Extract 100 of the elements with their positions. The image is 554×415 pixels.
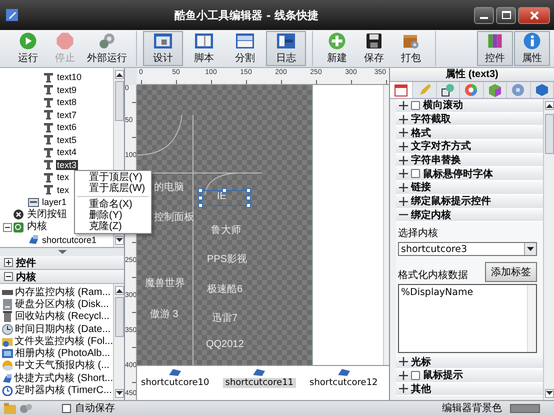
section-header[interactable]: 字符截取 (396, 112, 543, 126)
list-item[interactable]: 相册内核 (PhotoAlb... (15, 348, 110, 360)
shortcut-icon (28, 234, 39, 245)
section-header[interactable]: 绑定内核 (396, 208, 543, 222)
toolbar-button[interactable]: 打包 (393, 31, 429, 66)
section-header[interactable]: 横向滚动 (396, 99, 543, 113)
tree-item[interactable]: text8 (56, 97, 78, 107)
tree-item[interactable]: text9 (56, 84, 78, 94)
text-type-icon (43, 72, 54, 82)
checkbox[interactable] (411, 370, 420, 380)
dropdown-arrow-icon (527, 247, 534, 252)
list-item[interactable]: 文件夹监控内核 (Fol... (14, 336, 113, 347)
add-tag-button[interactable]: 添加标签 (485, 262, 537, 282)
canvas-text[interactable]: 鲁大师 (211, 223, 241, 237)
property-tab[interactable] (436, 82, 460, 98)
text-type-icon (43, 122, 54, 132)
shapes-icon (441, 83, 456, 97)
toolbar-button[interactable]: 保存 (356, 31, 392, 66)
shortcut-label[interactable]: shortcutcore12 (308, 378, 380, 388)
section-header[interactable]: 光标 (396, 355, 543, 369)
color-wheel-icon (464, 83, 478, 97)
section-header[interactable]: 内核 (0, 270, 124, 284)
section-header[interactable]: 格式 (396, 126, 543, 140)
scrollbar-thumb[interactable] (114, 81, 124, 121)
canvas-text[interactable]: 魔兽世界 (145, 276, 185, 290)
color-swatch[interactable] (510, 404, 540, 412)
format-text-area[interactable]: %DisplayName (398, 284, 537, 354)
collapse-toggle[interactable] (3, 222, 12, 232)
tree-item[interactable]: tex (56, 184, 70, 194)
tree-item[interactable]: text7 (56, 110, 78, 120)
tree-item[interactable]: tex (56, 172, 70, 182)
section-header[interactable]: 其他 (396, 382, 543, 396)
selection-box[interactable] (198, 188, 251, 208)
section-header[interactable]: 鼠标悬停时字体 (396, 167, 543, 182)
toolbar-button[interactable]: 运行 (10, 31, 46, 66)
tree-item[interactable]: text4 (56, 147, 78, 157)
toolbar-button[interactable]: 外部运行 (84, 31, 130, 66)
menu-item[interactable]: 删除(Y) (75, 210, 151, 221)
section-header[interactable]: 链接 (396, 181, 543, 195)
menu-item[interactable]: 置于底层(W) (75, 183, 151, 194)
checkbox[interactable] (411, 169, 420, 178)
toolbar-button[interactable]: 新建 (319, 31, 355, 66)
cube-icon (488, 83, 502, 97)
photo-icon (2, 348, 13, 360)
section-header[interactable]: 控件 (0, 256, 124, 270)
tree-item[interactable]: 关闭按钮 (26, 210, 68, 220)
text-type-icon (43, 84, 54, 95)
field-label: 选择内核 (398, 226, 439, 240)
shortcut-label[interactable]: shortcutcore11 (223, 378, 296, 388)
section-header[interactable]: 鼠标提示 (396, 368, 543, 383)
tree-item[interactable]: text5 (56, 134, 78, 144)
menu-item[interactable]: 置于顶层(Y) (75, 172, 151, 183)
gears-icon[interactable] (20, 402, 32, 414)
menu-item[interactable]: 重命名(X) (75, 199, 151, 210)
section-header[interactable]: 绑定鼠标提示控件 (396, 194, 543, 208)
list-item[interactable]: 内存监控内核 (Ram... (15, 286, 111, 298)
section-header[interactable]: 字符串替换 (396, 154, 543, 168)
checkbox[interactable] (62, 404, 71, 412)
toolbar-button[interactable]: 属性 (514, 31, 550, 66)
canvas-text[interactable]: 控制面板 (154, 210, 194, 224)
checkbox[interactable] (411, 100, 420, 110)
shortcut-icon (336, 368, 351, 376)
maximize-button[interactable] (496, 6, 516, 24)
list-item[interactable]: 中文天气预报内核 (... (15, 360, 110, 372)
tree-item[interactable]: 内核 (26, 222, 48, 232)
kernel-dropdown[interactable]: shortcutcore3 (398, 242, 537, 256)
property-tab[interactable] (390, 82, 414, 98)
section-header[interactable]: 文字对齐方式 (396, 140, 543, 154)
toolbar-button[interactable]: 脚本 (184, 31, 224, 66)
tree-item[interactable]: shortcutcore1 (41, 234, 98, 244)
toolbar-button[interactable]: 设计 (143, 31, 183, 66)
shortcut-icon (252, 368, 266, 376)
list-item[interactable]: 硬盘分区内核 (Disk... (15, 298, 109, 310)
tree-item[interactable]: text6 (56, 122, 78, 132)
scrollbar[interactable] (543, 99, 554, 400)
tree-item[interactable]: text10 (56, 72, 83, 82)
toolbar-button[interactable]: 日志 (266, 31, 306, 66)
shortcut-label[interactable]: shortcutcore10 (139, 378, 212, 388)
tree-item[interactable]: layer1 (41, 197, 68, 207)
scrollbar-thumb[interactable] (114, 297, 124, 337)
menu-item[interactable]: 克隆(Z) (75, 221, 151, 232)
list-item[interactable]: 时间日期内核 (Date... (15, 324, 111, 335)
tree-item[interactable]: text3 (56, 160, 78, 170)
canvas-text[interactable]: 迅雷7 (212, 311, 238, 325)
minimize-button[interactable] (474, 6, 494, 24)
scrollbar[interactable] (383, 85, 389, 365)
toolbar-button[interactable]: 控件 (477, 31, 513, 66)
list-item[interactable]: 快捷方式内核 (Short... (14, 372, 113, 384)
status-label: 编辑器背景色 (442, 402, 502, 415)
list-item[interactable]: 定时器内核 (TimerC... (15, 385, 112, 396)
scrollbar[interactable] (113, 284, 124, 400)
up-arrow-icon (546, 103, 552, 108)
close-button[interactable] (518, 6, 550, 24)
checkbox-label: 自动保存 (75, 402, 115, 415)
toolbar-button[interactable]: 分割 (225, 31, 265, 66)
calendar-icon (394, 83, 408, 97)
list-item[interactable]: 回收站内核 (Recycl... (15, 311, 110, 322)
down-arrow-icon (116, 238, 122, 243)
text-type-icon (43, 184, 54, 195)
scrollbar-thumb[interactable] (544, 114, 554, 154)
